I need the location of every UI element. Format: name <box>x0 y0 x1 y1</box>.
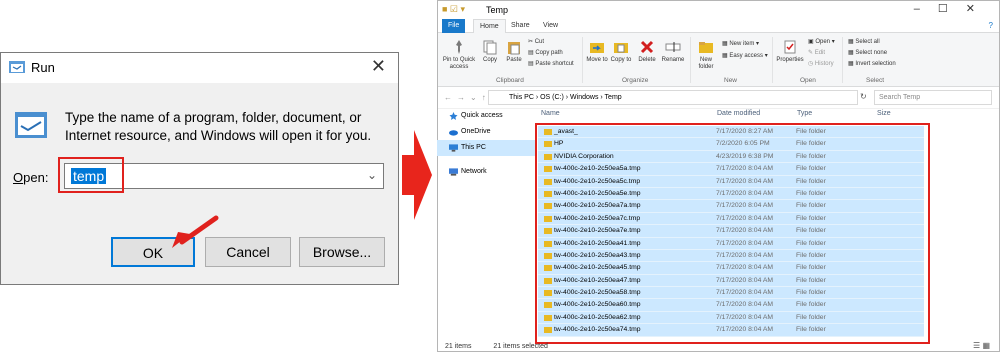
close-icon[interactable]: ✕ <box>371 56 386 77</box>
tab-view[interactable]: View <box>537 19 564 33</box>
nav-buttons[interactable]: ←→⌄↑ <box>444 93 491 102</box>
new-folder-button[interactable]: New folder <box>694 39 718 71</box>
delete-button[interactable]: Delete <box>636 39 658 64</box>
group-open: Open <box>800 77 816 84</box>
status-selected-count: 21 items selected <box>493 343 548 350</box>
pin-quick-access-button[interactable]: Pin to Quick access <box>442 39 476 71</box>
tab-share[interactable]: Share <box>505 19 536 33</box>
run-title: Run <box>31 60 55 75</box>
sidebar-item-quick-access[interactable]: Quick access <box>437 108 535 124</box>
tab-file[interactable]: File <box>442 19 466 33</box>
edit-button[interactable]: ✎ Edit <box>808 50 825 57</box>
run-big-icon <box>15 112 47 138</box>
onedrive-cloud-icon <box>449 130 458 136</box>
cut-button[interactable]: ✂ Cut <box>528 39 544 46</box>
column-headers: Name Date modified Type Size <box>537 108 992 122</box>
tab-home[interactable]: Home <box>473 19 506 33</box>
select-none-button[interactable]: ▦ Select none <box>848 50 887 57</box>
properties-icon <box>784 40 796 54</box>
column-date[interactable]: Date modified <box>717 110 760 117</box>
sidebar-item-onedrive[interactable]: OneDrive <box>437 124 535 140</box>
copy-to-icon <box>614 43 628 53</box>
window-controls[interactable]: –☐✕ <box>914 2 993 15</box>
search-input[interactable]: Search Temp <box>874 90 992 105</box>
new-folder-icon <box>699 42 713 53</box>
explorer-title-bar: ■ ☑ ▾ Temp –☐✕ <box>438 1 999 19</box>
ribbon-tabs: File Home Share View ? <box>438 19 999 33</box>
properties-button[interactable]: Properties <box>776 39 804 64</box>
ribbon: Pin to Quick access Copy Paste ✂ Cut ▤ C… <box>438 33 999 87</box>
this-pc-icon <box>449 144 458 152</box>
file-list-highlight <box>535 123 930 344</box>
sidebar-item-network[interactable]: Network <box>437 164 535 180</box>
column-name[interactable]: Name <box>541 110 560 117</box>
pointer-arrow-annotation <box>172 215 219 248</box>
paste-icon <box>508 42 520 55</box>
group-new: New <box>724 77 738 84</box>
sidebar-item-this-pc[interactable]: This PC <box>437 140 535 156</box>
big-red-arrow-annotation <box>402 130 432 220</box>
new-item-button[interactable]: ▦ New item ▾ <box>722 41 759 48</box>
delete-icon <box>640 40 654 54</box>
rename-button[interactable]: Rename <box>660 39 686 64</box>
run-icon <box>9 61 25 73</box>
group-clipboard: Clipboard <box>496 77 524 84</box>
group-organize: Organize <box>622 77 649 84</box>
refresh-icon[interactable]: ↻ <box>860 92 867 101</box>
quick-access-star-icon <box>449 112 458 120</box>
browse-button[interactable]: Browse... <box>299 237 385 267</box>
explorer-title: Temp <box>486 5 509 15</box>
group-select: Select <box>866 77 885 84</box>
open-input-highlight <box>58 157 124 193</box>
copy-to-button[interactable]: Copy to <box>610 39 632 64</box>
status-item-count: 21 items <box>445 343 472 350</box>
paste-button[interactable]: Paste <box>504 39 524 64</box>
pin-icon <box>456 40 462 54</box>
help-icon[interactable]: ? <box>989 21 993 30</box>
column-type[interactable]: Type <box>797 110 812 117</box>
run-title-bar: Run ✕ <box>1 53 398 83</box>
move-to-icon <box>590 43 604 53</box>
select-all-button[interactable]: ▦ Select all <box>848 39 880 46</box>
copy-path-button[interactable]: ▤ Copy path <box>528 50 563 57</box>
easy-access-button[interactable]: ▦ Easy access ▾ <box>722 53 768 60</box>
column-size[interactable]: Size <box>877 110 891 117</box>
history-button[interactable]: ◷ History <box>808 61 834 68</box>
address-bar-row: ←→⌄↑ This PC › OS (C:) › Windows › Temp … <box>438 87 999 109</box>
copy-icon <box>483 40 497 55</box>
invert-selection-button[interactable]: ▦ Invert selection <box>848 61 896 68</box>
rename-icon <box>665 42 681 52</box>
paste-shortcut-button[interactable]: ▤ Paste shortcut <box>528 61 574 68</box>
address-path[interactable]: This PC › OS (C:) › Windows › Temp <box>488 90 858 105</box>
folder-icon: ■ ☑ ▾ <box>442 4 466 14</box>
network-icon <box>449 168 458 176</box>
chevron-down-icon[interactable]: ⌄ <box>367 168 377 182</box>
run-message: Type the name of a program, folder, docu… <box>65 110 372 143</box>
move-to-button[interactable]: Move to <box>586 39 608 64</box>
copy-button[interactable]: Copy <box>480 39 500 64</box>
open-button[interactable]: ▣ Open ▾ <box>808 39 835 46</box>
navigation-pane: Quick access OneDrive This PC Network <box>437 108 535 180</box>
status-bar: 21 items 21 items selected <box>445 343 568 350</box>
open-label: Open: <box>13 170 49 185</box>
view-toggle-icons[interactable]: ☰ ▦ <box>973 341 990 350</box>
